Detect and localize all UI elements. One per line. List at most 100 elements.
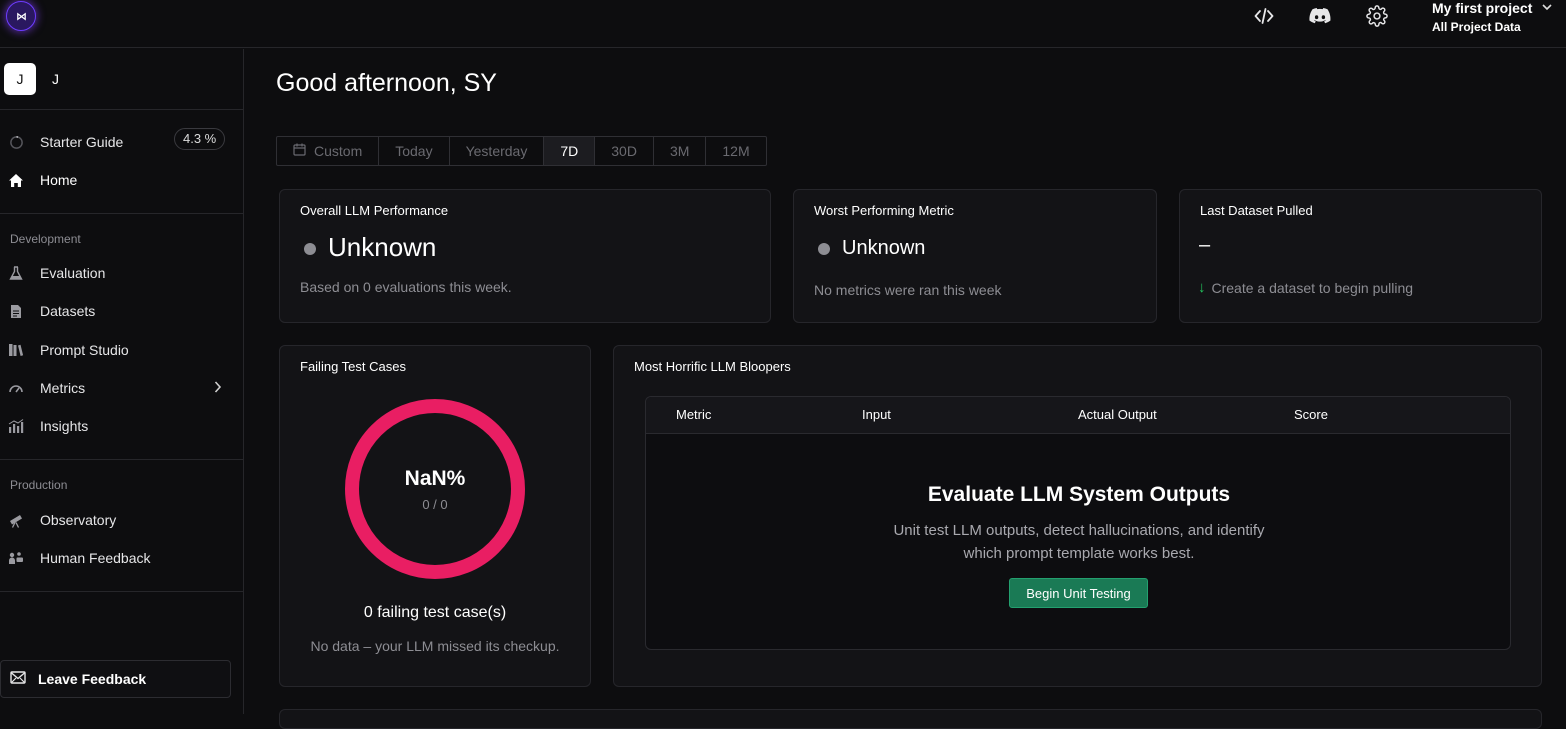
leave-feedback-label: Leave Feedback (38, 671, 147, 687)
date-range-selector: Custom Today Yesterday 7D 30D 3M 12M (276, 136, 767, 166)
sidebar-item-human-feedback[interactable]: Human Feedback (0, 543, 243, 573)
range-3m[interactable]: 3M (654, 137, 707, 165)
dataset-note: Create a dataset to begin pulling (1211, 279, 1414, 296)
last-dataset-card: Last Dataset Pulled – ↓ Create a dataset… (1179, 189, 1542, 323)
overall-performance-card: Overall LLM Performance Unknown Based on… (279, 189, 771, 323)
sidebar-item-starter-guide[interactable]: Starter Guide 4.3 % (0, 127, 243, 157)
range-12m[interactable]: 12M (706, 137, 765, 165)
user-switcher[interactable]: J J (4, 63, 59, 95)
telescope-icon (8, 512, 24, 528)
card-title: Overall LLM Performance (300, 203, 449, 218)
brand-logo-icon[interactable]: ⋈ (6, 1, 36, 31)
arrow-down-icon: ↓ (1198, 279, 1206, 296)
overall-status-text: Unknown (328, 232, 437, 262)
section-label-production: Production (10, 478, 68, 492)
sidebar-item-label: Observatory (40, 512, 117, 528)
sidebar-item-datasets[interactable]: Datasets (0, 296, 243, 326)
range-7d[interactable]: 7D (544, 137, 596, 165)
status-dot-icon (818, 242, 830, 255)
sidebar-item-metrics[interactable]: Metrics (0, 373, 243, 403)
flask-icon (8, 265, 24, 281)
bloopers-table: Metric Input Actual Output Score Evaluat… (645, 396, 1511, 650)
worst-note: No metrics were ran this week (814, 282, 1002, 298)
bar-chart-icon (8, 418, 24, 434)
sidebar-item-label: Human Feedback (40, 550, 151, 566)
range-label: Custom (314, 143, 363, 159)
chevron-down-icon (1542, 2, 1552, 14)
sidebar-item-evaluation[interactable]: Evaluation (0, 258, 243, 288)
empty-state-line-2: which prompt template works best. (963, 545, 1195, 562)
sidebar-item-insights[interactable]: Insights (0, 411, 243, 441)
sidebar-item-observatory[interactable]: Observatory (0, 505, 243, 535)
leave-feedback-button[interactable]: Leave Feedback (0, 660, 231, 698)
column-header-input: Input (862, 407, 891, 422)
project-switcher[interactable]: My first project All Project Data (1432, 0, 1562, 35)
overall-status: Unknown (304, 232, 436, 263)
gauge-icon (8, 380, 24, 396)
sidebar-item-label: Home (40, 172, 78, 188)
discord-icon[interactable] (1308, 4, 1332, 28)
sidebar-item-label: Datasets (40, 303, 96, 319)
users-feedback-icon (8, 550, 24, 566)
empty-state-line-1: Unit test LLM outputs, detect hallucinat… (893, 522, 1265, 539)
chevron-right-icon (214, 380, 222, 396)
sidebar-item-prompt-studio[interactable]: Prompt Studio (0, 335, 243, 365)
empty-state-title: Evaluate LLM System Outputs (927, 483, 1231, 506)
empty-state-description: Unit test LLM outputs, detect hallucinat… (646, 519, 1510, 565)
sidebar-divider (0, 591, 243, 592)
mail-icon (10, 671, 26, 687)
user-name: J (52, 71, 59, 87)
column-header-actual-output: Actual Output (1078, 407, 1157, 422)
card-title: Failing Test Cases (300, 359, 406, 374)
progress-ring-icon (8, 134, 24, 150)
code-icon[interactable] (1252, 4, 1276, 28)
sidebar-divider (0, 109, 243, 110)
bloopers-card: Most Horrific LLM Bloopers Metric Input … (613, 345, 1542, 687)
range-30d[interactable]: 30D (595, 137, 654, 165)
failing-count: 0 failing test case(s) (363, 604, 507, 621)
page-title: Good afternoon, SY (276, 69, 497, 97)
failing-percent: NaN% (404, 466, 466, 490)
card-title: Most Horrific LLM Bloopers (634, 359, 791, 374)
dataset-value: – (1199, 234, 1211, 256)
gear-icon[interactable] (1365, 4, 1389, 28)
begin-unit-testing-button[interactable]: Begin Unit Testing (1009, 578, 1148, 608)
worst-status-text: Unknown (842, 237, 926, 259)
range-today[interactable]: Today (379, 137, 450, 165)
sidebar: J J Starter Guide 4.3 % Home Development… (0, 49, 244, 714)
dataset-note-row: ↓ Create a dataset to begin pulling (1198, 279, 1413, 296)
sidebar-item-label: Insights (40, 418, 89, 434)
sidebar-item-label: Metrics (40, 380, 86, 396)
sidebar-item-label: Prompt Studio (40, 342, 129, 358)
failing-note: No data – your LLM missed its checkup. (310, 638, 560, 654)
starter-guide-progress-badge: 4.3 % (174, 128, 226, 150)
home-icon (8, 172, 24, 188)
range-custom[interactable]: Custom (277, 137, 380, 165)
column-header-metric: Metric (676, 407, 712, 422)
column-header-score: Score (1294, 407, 1328, 422)
failing-ring: NaN% 0 / 0 (344, 398, 526, 580)
card-title: Last Dataset Pulled (1200, 203, 1313, 218)
next-card-peek (279, 709, 1542, 729)
failing-tests-card: Failing Test Cases NaN% 0 / 0 0 failing … (279, 345, 591, 687)
failing-ratio: 0 / 0 (422, 496, 448, 512)
sidebar-item-home[interactable]: Home (0, 165, 243, 195)
section-label-development: Development (10, 232, 81, 246)
top-bar: ⋈ My first project All Project Data (0, 0, 1566, 48)
range-yesterday[interactable]: Yesterday (450, 137, 545, 165)
overall-note: Based on 0 evaluations this week. (300, 279, 512, 295)
sidebar-divider (0, 459, 243, 460)
worst-status: Unknown (818, 237, 925, 260)
worst-metric-card: Worst Performing Metric Unknown No metri… (793, 189, 1157, 323)
card-title: Worst Performing Metric (814, 203, 954, 218)
status-dot-icon (304, 243, 316, 256)
books-icon (8, 342, 24, 358)
file-icon (8, 303, 24, 319)
sidebar-item-label: Starter Guide (40, 134, 124, 150)
project-scope: All Project Data (1432, 20, 1521, 34)
sidebar-divider (0, 213, 243, 214)
calendar-icon (293, 137, 306, 165)
sidebar-item-label: Evaluation (40, 265, 106, 281)
avatar: J (4, 63, 36, 95)
table-header: Metric Input Actual Output Score (646, 397, 1510, 434)
